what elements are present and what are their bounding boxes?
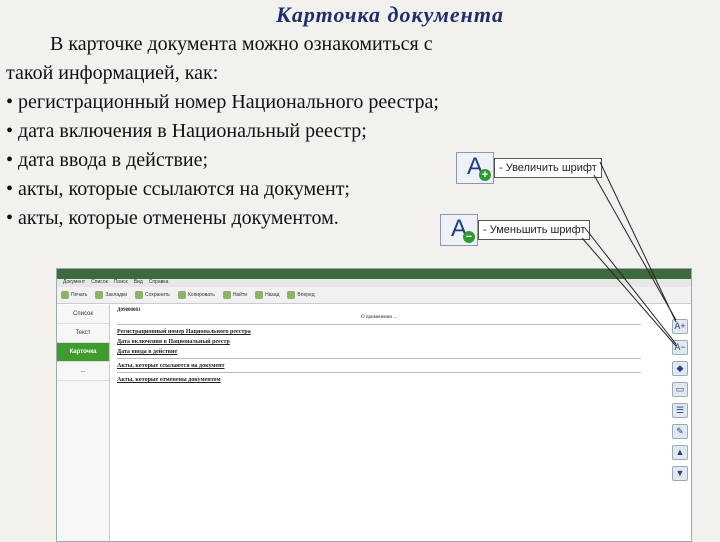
leader-line	[599, 161, 677, 323]
leader-line	[584, 227, 677, 345]
callout-leader-lines	[581, 161, 677, 347]
